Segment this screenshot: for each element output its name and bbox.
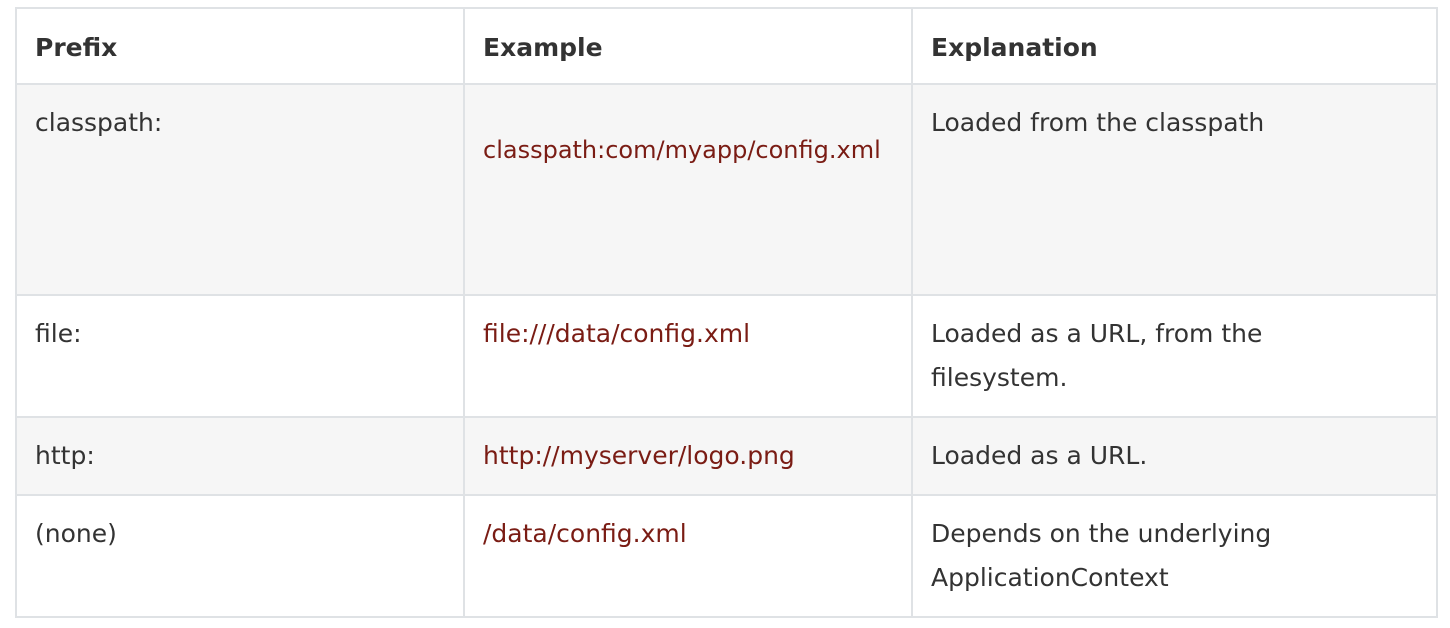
example-code: /data/config.xml [483,519,687,548]
prefix-cell: file: [15,294,465,418]
table-row: file: file:///data/config.xml Loaded as … [15,294,1438,418]
column-header-prefix: Prefix [15,7,465,85]
example-code: http://myserver/logo.png [483,441,795,470]
table-row: http: http://myserver/logo.png Loaded as… [15,416,1438,496]
example-code: file:///data/config.xml [483,319,751,348]
example-cell: file:///data/config.xml [463,294,913,418]
table-header-row: Prefix Example Explanation [15,7,1438,85]
explanation-cell: Loaded from the classpath [911,83,1438,296]
explanation-cell: Loaded as a URL. [911,416,1438,496]
example-cell: classpath:com/myapp/config.xml [463,83,913,296]
prefix-cell: classpath: [15,83,465,296]
prefix-cell: (none) [15,494,465,618]
resource-prefix-table: Prefix Example Explanation classpath: cl… [15,7,1438,618]
table-row: (none) /data/config.xml Depends on the u… [15,494,1438,618]
example-cell: /data/config.xml [463,494,913,618]
prefix-cell: http: [15,416,465,496]
column-header-explanation: Explanation [911,7,1438,85]
resource-prefix-table-container: Prefix Example Explanation classpath: cl… [15,7,1438,618]
explanation-text: Depends on the underlying ApplicationCon… [931,519,1272,592]
example-cell: http://myserver/logo.png [463,416,913,496]
explanation-cell: Loaded as a URL, from the filesystem. [911,294,1438,418]
explanation-text: Loaded as a URL, from the filesystem. [931,319,1263,392]
column-header-example: Example [463,7,913,85]
explanation-cell: Depends on the underlying ApplicationCon… [911,494,1438,618]
example-code: classpath:com/myapp/config.xml [483,136,881,164]
table-row: classpath: classpath:com/myapp/config.xm… [15,83,1438,296]
